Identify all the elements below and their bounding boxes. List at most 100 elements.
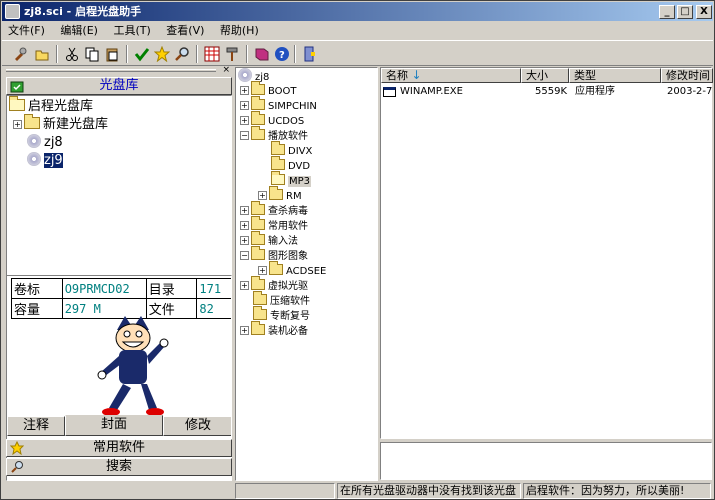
cut-icon[interactable]	[62, 44, 82, 64]
cover-tabs: 注释 封面 修改	[7, 415, 231, 436]
tree-node-label: MP3	[288, 176, 312, 187]
volume-label-value: O9PRMCD02	[61, 278, 147, 299]
expand-icon[interactable]: +	[258, 191, 267, 200]
folder-icon	[251, 276, 265, 290]
folder-icon	[251, 321, 265, 335]
toolbar-separator	[56, 45, 58, 63]
column-header-name[interactable]: 名称 ↓	[381, 68, 521, 83]
toolbar-separator	[246, 45, 248, 63]
status-slogan: 启程软件：因为努力，所以美丽!	[523, 483, 711, 499]
menu-view[interactable]: 查看(V)	[160, 22, 210, 40]
folder-open-icon	[9, 96, 25, 111]
open-icon[interactable]	[32, 44, 52, 64]
expand-icon[interactable]: +	[240, 236, 249, 245]
library-header-button[interactable]: 光盘库	[6, 77, 232, 95]
folder-icon	[271, 171, 285, 185]
expand-icon[interactable]: +	[240, 116, 249, 125]
menu-file[interactable]: 文件(F)	[2, 22, 51, 40]
file-list: 名称 ↓ 大小 类型 修改时间 WINAMP.EXE 5559K 应用程序 20…	[380, 67, 713, 439]
expand-icon[interactable]: +	[240, 326, 249, 335]
folder-icon	[269, 186, 283, 200]
close-button[interactable]: X	[696, 5, 712, 19]
tree-node-new-library[interactable]: + 新建光盘库	[13, 114, 108, 133]
tools-icon[interactable]	[10, 44, 30, 64]
tab-cover[interactable]: 封面	[65, 415, 163, 436]
help-icon[interactable]: ?	[272, 44, 292, 64]
file-type: 应用程序	[575, 86, 615, 97]
tree-node-label: 虚拟光驱	[268, 281, 308, 292]
maximize-button[interactable]: □	[677, 5, 693, 19]
window-title: zj8.sci - 启程光盘助手	[24, 5, 142, 18]
search-icon[interactable]	[172, 44, 192, 64]
column-header-type[interactable]: 类型	[569, 68, 661, 83]
expand-icon[interactable]: +	[13, 120, 22, 129]
expand-icon[interactable]: +	[258, 266, 267, 275]
folder-icon	[251, 231, 265, 245]
tree-node-root-library[interactable]: 启程光盘库	[9, 96, 93, 115]
minimize-button[interactable]: _	[659, 5, 675, 19]
tree-node-label: 查杀病毒	[268, 206, 308, 217]
file-size: 5559K	[535, 86, 568, 97]
column-header-modified[interactable]: 修改时间	[661, 68, 713, 83]
folder-icon	[271, 141, 285, 155]
app-window: zj8.sci - 启程光盘助手 _ □ X 文件(F) 编辑(E) 工具(T)…	[0, 0, 715, 500]
search-panel-button[interactable]: 搜索	[6, 458, 232, 476]
expand-icon[interactable]: −	[240, 251, 249, 260]
expand-icon[interactable]: +	[240, 206, 249, 215]
expand-icon[interactable]: +	[240, 221, 249, 230]
column-header-size[interactable]: 大小	[521, 68, 569, 83]
status-cell-empty	[235, 483, 335, 499]
folder-icon	[251, 81, 265, 95]
star-icon[interactable]	[152, 44, 172, 64]
folder-icon	[24, 114, 40, 129]
copy-icon[interactable]	[82, 44, 102, 64]
toolbar-separator	[294, 45, 296, 63]
tree-node-label: 装机必备	[268, 326, 308, 337]
expand-icon[interactable]: −	[240, 131, 249, 140]
table-row[interactable]: WINAMP.EXE 5559K 应用程序 2003-2-7	[383, 84, 713, 100]
pane-grip[interactable]: ×	[6, 65, 232, 75]
folder-tree: zj8 + BOOT + SIMPCHIN + UCDOS − 播放软件 DIVX DVD MP3 +…	[235, 67, 378, 481]
left-pane: × 光盘库 启程光盘库 + 新建光盘库 zj8 zj9 卷标 O9PRMCD02 …	[6, 65, 232, 481]
paste-icon[interactable]	[102, 44, 122, 64]
menu-tools[interactable]: 工具(T)	[107, 22, 156, 40]
file-name: WINAMP.EXE	[400, 86, 463, 97]
cd-icon	[27, 152, 41, 166]
expand-icon[interactable]: +	[240, 281, 249, 290]
status-bar: 在所有光盘驱动器中没有找到该光盘 启程软件：因为努力，所以美丽!	[2, 482, 713, 500]
cover-mascot-image	[97, 316, 169, 416]
book-icon[interactable]	[252, 44, 272, 64]
expand-icon[interactable]: +	[240, 101, 249, 110]
cd-icon	[27, 134, 41, 148]
tree-node-folder[interactable]: + 装机必备	[240, 321, 308, 340]
check-icon[interactable]	[132, 44, 152, 64]
common-software-button[interactable]: 常用软件	[6, 439, 232, 457]
toolbar: ?	[2, 40, 713, 66]
tab-notes[interactable]: 注释	[7, 416, 65, 436]
toolbar-separator	[196, 45, 198, 63]
tree-node-label: DVD	[288, 161, 311, 172]
tree-node-label: BOOT	[268, 86, 297, 97]
menu-help[interactable]: 帮助(H)	[214, 22, 265, 40]
folder-icon	[251, 246, 265, 260]
toolbar-separator	[126, 45, 128, 63]
tree-node-label: SIMPCHIN	[268, 101, 317, 112]
grid-icon[interactable]	[202, 44, 222, 64]
folder-icon	[253, 291, 267, 305]
exit-icon[interactable]	[300, 44, 320, 64]
exe-icon	[383, 87, 396, 97]
directory-value: 171	[196, 278, 231, 299]
title-bar: zj8.sci - 启程光盘助手 _ □ X	[2, 2, 713, 21]
menu-edit[interactable]: 编辑(E)	[54, 22, 104, 40]
file-modified: 2003-2-7	[667, 86, 713, 97]
hammer-icon[interactable]	[222, 44, 242, 64]
folder-icon	[253, 306, 267, 320]
tab-edit[interactable]: 修改	[163, 416, 231, 436]
sort-icon: ↓	[411, 68, 422, 82]
expand-icon[interactable]: +	[240, 86, 249, 95]
folder-icon	[271, 156, 285, 170]
tree-node-disc-zj8[interactable]: zj8	[27, 134, 63, 151]
file-note-pane[interactable]	[380, 442, 712, 480]
pane-close-button[interactable]: ×	[222, 65, 230, 75]
tree-node-disc-zj9[interactable]: zj9	[27, 152, 63, 169]
